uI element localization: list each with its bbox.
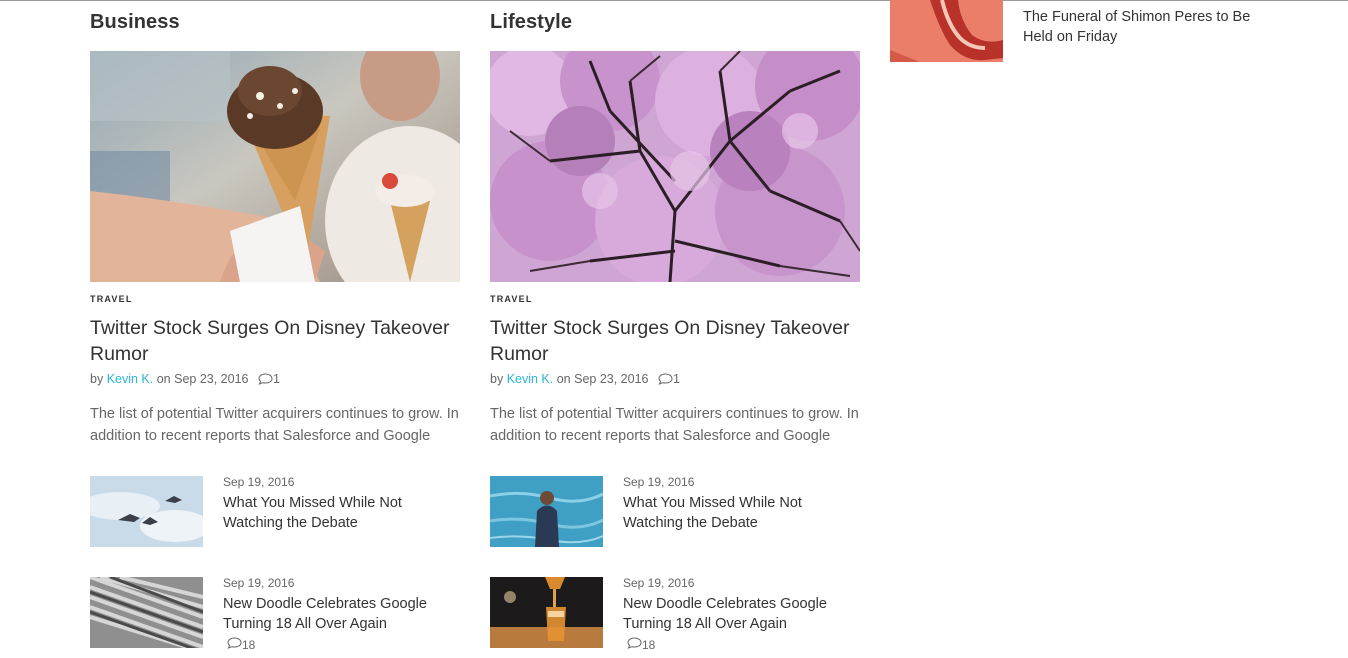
comment-count-row[interactable]: 18 bbox=[627, 637, 655, 652]
category-label[interactable]: TRAVEL bbox=[490, 294, 533, 304]
featured-article-title[interactable]: Twitter Stock Surges On Disney Takeover … bbox=[490, 315, 862, 367]
comment-count: 18 bbox=[642, 638, 656, 652]
post-date: Sep 19, 2016 bbox=[223, 576, 295, 590]
sidebar-article-title[interactable]: The Funeral of Shimon Peres to Be Held o… bbox=[1023, 7, 1263, 47]
comment-count[interactable]: 1 bbox=[273, 372, 280, 386]
article-excerpt: The list of potential Twitter acquirers … bbox=[90, 406, 459, 444]
thumbnail-drink[interactable] bbox=[490, 577, 603, 648]
list-item-title[interactable]: What You Missed While Not Watching the D… bbox=[623, 493, 843, 533]
author-link[interactable]: Kevin K. bbox=[107, 372, 154, 386]
comment-icon bbox=[227, 637, 242, 649]
article-excerpt: The list of potential Twitter acquirers … bbox=[490, 406, 859, 444]
ice-cream-photo bbox=[90, 51, 460, 282]
thumbnail-ocean[interactable] bbox=[490, 476, 603, 547]
post-date: on Sep 23, 2016 bbox=[156, 372, 249, 386]
post-date: on Sep 23, 2016 bbox=[556, 372, 649, 386]
list-item-title[interactable]: What You Missed While Not Watching the D… bbox=[223, 493, 443, 533]
featured-image-ice-cream[interactable] bbox=[90, 51, 460, 282]
sidebar-article[interactable]: The Funeral of Shimon Peres to Be Held o… bbox=[890, 0, 1270, 62]
author-link[interactable]: Kevin K. bbox=[507, 372, 554, 386]
post-date: Sep 19, 2016 bbox=[623, 576, 695, 590]
comment-icon[interactable] bbox=[658, 373, 673, 388]
list-item[interactable]: Sep 19, 2016 New Doodle Celebrates Googl… bbox=[90, 576, 460, 652]
thumbnail-birds[interactable] bbox=[90, 476, 203, 547]
comment-count[interactable]: 1 bbox=[673, 372, 680, 386]
article-meta: by Kevin K. on Sep 23, 2016 1 bbox=[90, 372, 280, 388]
section-title[interactable]: Business bbox=[90, 11, 180, 34]
list-item-title[interactable]: New Doodle Celebrates Google Turning 18 … bbox=[223, 594, 443, 634]
category-label[interactable]: TRAVEL bbox=[90, 294, 133, 304]
list-item[interactable]: Sep 19, 2016 What You Missed While Not W… bbox=[490, 475, 860, 548]
featured-article-title[interactable]: Twitter Stock Surges On Disney Takeover … bbox=[90, 315, 462, 367]
thumbnail-red-object[interactable] bbox=[890, 0, 1003, 62]
list-item[interactable]: Sep 19, 2016 New Doodle Celebrates Googl… bbox=[490, 576, 860, 652]
by-label: by bbox=[490, 372, 504, 386]
by-label: by bbox=[90, 372, 104, 386]
post-date: Sep 19, 2016 bbox=[623, 475, 695, 489]
blossom-tree-photo bbox=[490, 51, 860, 282]
article-meta: by Kevin K. on Sep 23, 2016 1 bbox=[490, 372, 680, 388]
thumbnail-texture[interactable] bbox=[90, 577, 203, 648]
comment-count: 18 bbox=[242, 638, 256, 652]
comment-icon[interactable] bbox=[258, 373, 273, 388]
section-title[interactable]: Lifestyle bbox=[490, 11, 572, 34]
list-item[interactable]: Sep 19, 2016 What You Missed While Not W… bbox=[90, 475, 460, 548]
post-date: Sep 19, 2016 bbox=[223, 475, 295, 489]
comment-icon bbox=[627, 637, 642, 649]
list-item-title[interactable]: New Doodle Celebrates Google Turning 18 … bbox=[623, 594, 843, 634]
comment-count-row[interactable]: 18 bbox=[227, 637, 255, 652]
featured-image-blossom-tree[interactable] bbox=[490, 51, 860, 282]
